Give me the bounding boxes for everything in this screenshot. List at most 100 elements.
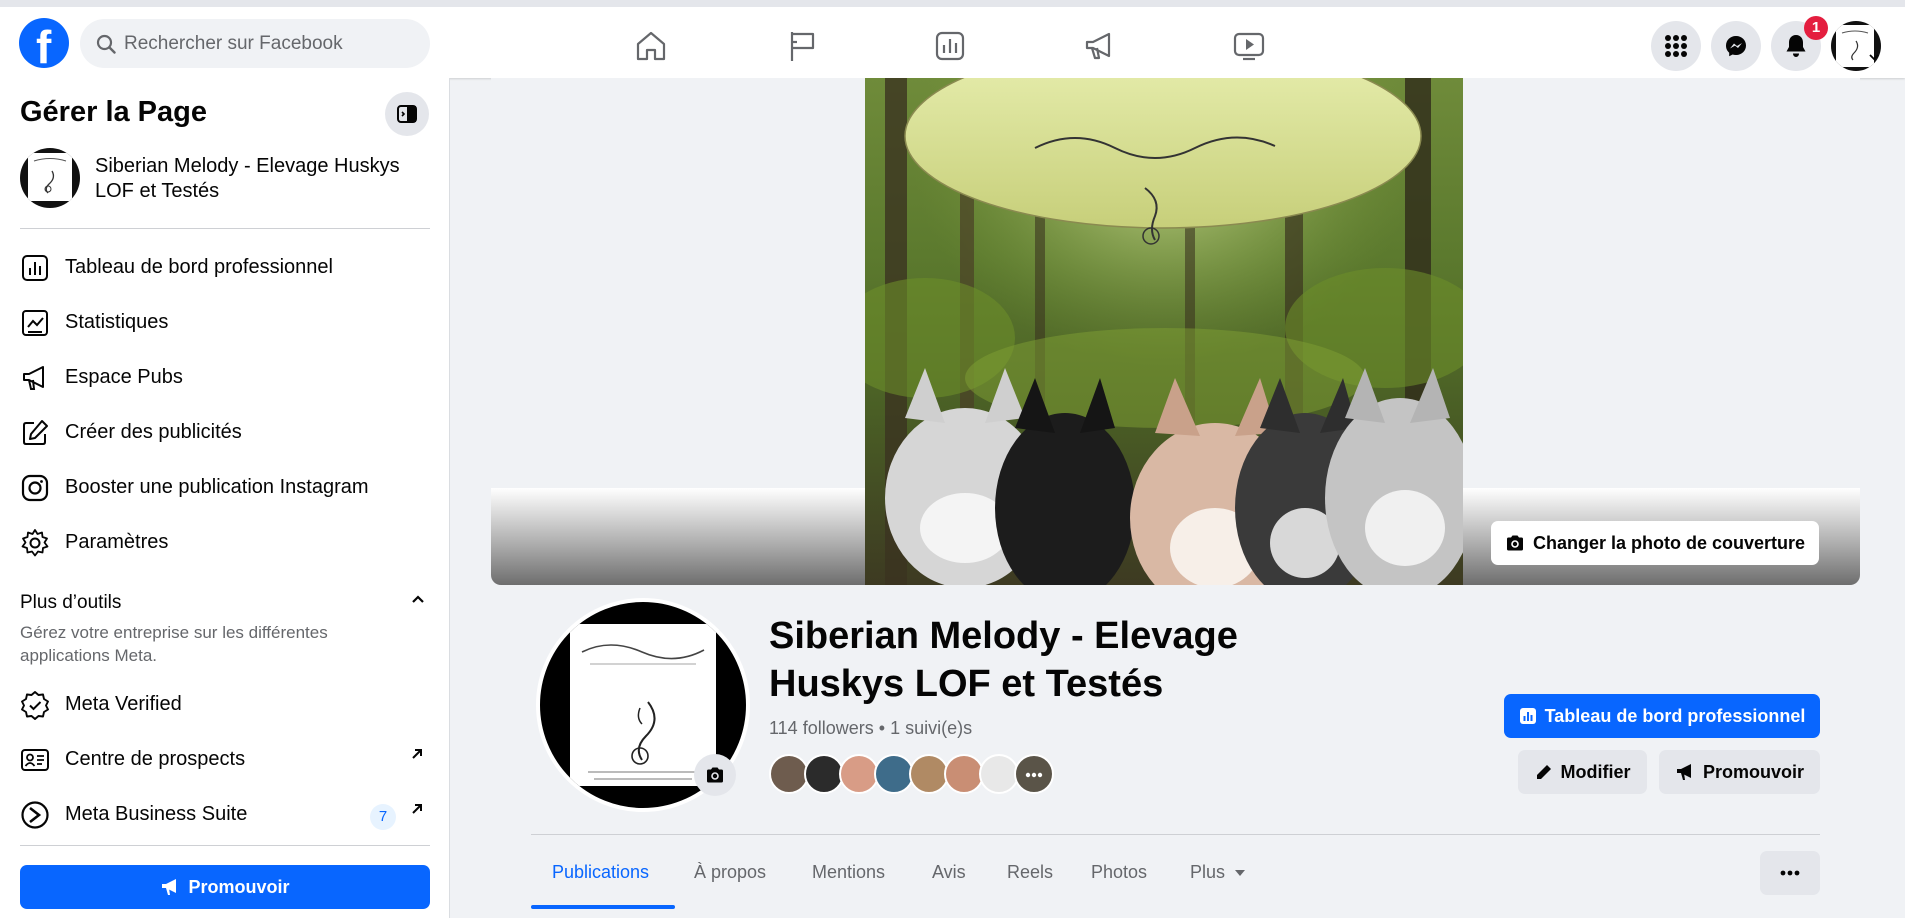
external-link-icon xyxy=(412,749,422,759)
more-tools-description: Gérez votre entreprise sur les différent… xyxy=(20,623,328,665)
dashboard-icon xyxy=(1519,708,1536,724)
followers-count[interactable]: 114 followers xyxy=(769,718,874,738)
avatar[interactable] xyxy=(909,754,949,794)
sidebar-item-meta-verified[interactable]: Meta Verified xyxy=(14,680,434,728)
sidebar-item-lead-center[interactable]: Centre de prospects xyxy=(14,735,434,783)
avatar[interactable] xyxy=(874,754,914,794)
collapse-sidebar-button[interactable] xyxy=(385,92,429,136)
business-suite-icon xyxy=(21,801,49,829)
divider xyxy=(20,845,430,846)
sidebar-item-insights[interactable]: Statistiques xyxy=(14,298,434,346)
avatar[interactable] xyxy=(944,754,984,794)
bell-icon xyxy=(1786,35,1806,57)
cover-image xyxy=(865,78,1463,585)
account-avatar[interactable] xyxy=(1831,21,1881,71)
edit-page-button[interactable]: Modifier xyxy=(1518,750,1647,794)
sidebar-item-settings[interactable]: Paramètres xyxy=(14,518,434,566)
more-followers-avatar[interactable] xyxy=(1014,754,1054,794)
update-profile-picture-button[interactable] xyxy=(694,754,736,796)
sidebar-item-label: Paramètres xyxy=(65,531,169,553)
more-options-button[interactable] xyxy=(1760,851,1820,895)
page-logo-icon xyxy=(581,644,705,780)
avatar[interactable] xyxy=(804,754,844,794)
sidebar-item-label: Centre de prospects xyxy=(65,748,246,770)
avatar[interactable] xyxy=(769,754,809,794)
separator: • xyxy=(878,718,886,738)
avatar[interactable] xyxy=(979,754,1019,794)
pencil-icon xyxy=(1536,765,1551,779)
page-logo-icon xyxy=(33,158,67,194)
promote-page-button[interactable]: Promouvoir xyxy=(1659,750,1820,794)
external-link-icon xyxy=(412,804,422,814)
promote-label: Promouvoir xyxy=(188,876,290,897)
active-tab-indicator xyxy=(531,905,675,909)
search-box[interactable] xyxy=(80,19,430,68)
chevron-down-icon[interactable] xyxy=(1868,52,1880,62)
gear-icon xyxy=(21,529,49,557)
sidebar-page-name[interactable]: Siberian Melody - Elevage Huskys LOF et … xyxy=(95,154,435,204)
divider xyxy=(20,228,430,229)
home-icon[interactable] xyxy=(633,28,669,64)
search-icon xyxy=(96,34,116,54)
sidebar-title: Gérer la Page xyxy=(20,96,207,128)
messenger-icon xyxy=(1726,36,1746,57)
more-dots-icon xyxy=(1025,772,1043,778)
megaphone-icon xyxy=(162,879,177,895)
sidebar-item-label: Tableau de bord professionnel xyxy=(65,256,333,278)
search-input[interactable] xyxy=(124,19,419,68)
insights-icon xyxy=(22,310,48,336)
dashboard-icon xyxy=(22,255,48,281)
menu-button[interactable] xyxy=(1651,21,1701,71)
sidebar-item-label: Booster une publication Instagram xyxy=(65,476,369,498)
camera-icon xyxy=(1506,535,1523,551)
sidebar-item-label: Meta Business Suite xyxy=(65,803,248,825)
sidebar-item-label: Meta Verified xyxy=(65,693,182,715)
following-count[interactable]: 1 suivi(e)s xyxy=(890,718,972,738)
sidebar-item-boost-instagram[interactable]: Booster une publication Instagram xyxy=(14,463,434,511)
sidebar-item-business-suite[interactable]: Meta Business Suite 7 xyxy=(14,790,434,838)
follower-avatars[interactable] xyxy=(769,754,1069,794)
facebook-logo-icon[interactable]: f xyxy=(19,18,69,73)
count-badge: 7 xyxy=(370,804,396,830)
change-cover-label: Changer la photo de couverture xyxy=(1532,532,1806,553)
content-separator xyxy=(451,911,1905,918)
dashboard-icon[interactable] xyxy=(932,28,968,64)
camera-icon xyxy=(707,767,723,783)
sidebar-item-create-ads[interactable]: Créer des publicités xyxy=(14,408,434,456)
sidebar-item-dashboard[interactable]: Tableau de bord professionnel xyxy=(14,243,434,291)
sidebar-toggle-icon xyxy=(397,105,417,123)
sidebar-item-label: Espace Pubs xyxy=(65,366,183,388)
change-cover-photo-button[interactable]: Changer la photo de couverture xyxy=(1491,521,1819,565)
more-tools-heading: Plus d’outils xyxy=(20,592,122,613)
megaphone-icon xyxy=(23,366,44,390)
megaphone-icon xyxy=(1676,764,1691,780)
follow-stats: 114 followers • 1 suivi(e)s xyxy=(769,718,972,739)
cover-forest-huskies-image xyxy=(865,78,1463,585)
sidebar-item-ad-center[interactable]: Espace Pubs xyxy=(14,353,434,401)
sidebar-item-label: Créer des publicités xyxy=(65,421,242,443)
professional-dashboard-button[interactable]: Tableau de bord professionnel xyxy=(1504,694,1820,738)
more-dots-icon xyxy=(1780,870,1800,876)
promote-label: Promouvoir xyxy=(1702,761,1804,782)
megaphone-icon[interactable] xyxy=(1081,28,1117,64)
sidebar-promote-button[interactable]: Promouvoir xyxy=(20,865,430,909)
caret-down-icon xyxy=(1235,870,1245,876)
cover-photo[interactable]: Changer la photo de couverture xyxy=(491,78,1860,585)
sidebar-item-label: Statistiques xyxy=(65,311,169,333)
flag-icon[interactable] xyxy=(784,28,820,64)
divider xyxy=(531,834,1820,835)
messenger-button[interactable] xyxy=(1711,21,1761,71)
manage-page-sidebar: Gérer la Page Siberian Melody - Elevage … xyxy=(0,78,450,918)
notification-badge: 1 xyxy=(1804,16,1828,40)
page-avatar[interactable] xyxy=(20,148,80,208)
avatar[interactable] xyxy=(839,754,879,794)
video-icon[interactable] xyxy=(1231,28,1267,64)
chevron-up-icon[interactable] xyxy=(410,594,426,606)
apps-grid-icon xyxy=(1665,35,1687,57)
contact-card-icon xyxy=(21,749,49,771)
page-main: Changer la photo de couverture Siberian … xyxy=(451,78,1905,918)
edit-label: Modifier xyxy=(1560,761,1631,782)
dashboard-label: Tableau de bord professionnel xyxy=(1544,705,1806,726)
verified-badge-icon xyxy=(21,691,49,720)
page-title: Siberian Melody - Elevage Huskys LOF et … xyxy=(769,615,1238,705)
